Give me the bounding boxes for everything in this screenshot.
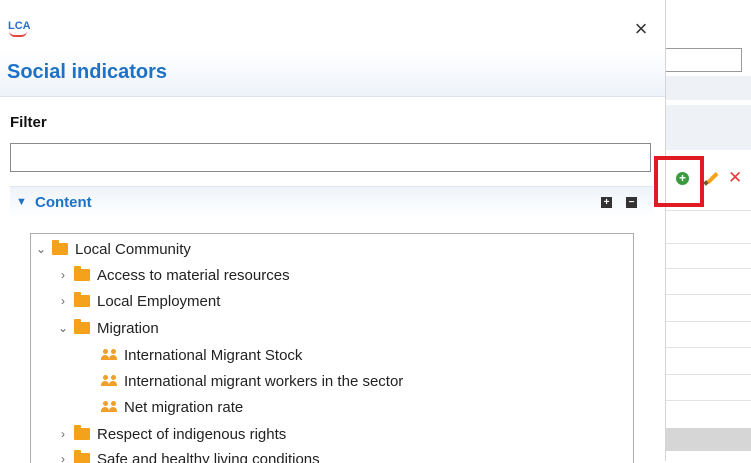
background-row-divider bbox=[666, 347, 751, 348]
logo-swoosh bbox=[9, 31, 27, 37]
folder-icon bbox=[52, 243, 68, 255]
tree-item-label: International Migrant Stock bbox=[124, 347, 302, 364]
expand-all-button[interactable]: + bbox=[601, 197, 612, 208]
content-section-header[interactable]: ▼ Content + − bbox=[10, 186, 653, 219]
collapse-all-button[interactable]: − bbox=[626, 197, 637, 208]
background-row-divider bbox=[666, 210, 751, 211]
people-icon bbox=[101, 375, 118, 387]
background-text-field[interactable] bbox=[666, 48, 742, 72]
tree-item-international-migrant-workers[interactable]: International migrant workers in the sec… bbox=[101, 370, 403, 392]
background-row-divider bbox=[666, 400, 751, 401]
background-band bbox=[666, 76, 751, 100]
tree-item-label: Access to material resources bbox=[97, 267, 290, 284]
section-title: Content bbox=[35, 194, 92, 211]
highlight-annotation-box bbox=[654, 156, 704, 207]
chevron-right-icon[interactable]: › bbox=[56, 427, 70, 441]
people-icon bbox=[101, 349, 118, 361]
chevron-right-icon[interactable]: › bbox=[56, 268, 70, 282]
social-indicators-dialog: LCA × Social indicators Filter ▼ Content… bbox=[0, 0, 666, 461]
background-editor-panel bbox=[666, 10, 751, 461]
close-button[interactable]: × bbox=[632, 20, 650, 38]
folder-icon bbox=[74, 322, 90, 334]
background-row-divider bbox=[666, 321, 751, 322]
tree-item-label: Net migration rate bbox=[124, 399, 243, 416]
background-section-header bbox=[666, 105, 751, 150]
tree-item-respect-of-indigenous-rights[interactable]: › Respect of indigenous rights bbox=[56, 423, 286, 445]
chevron-right-icon[interactable]: › bbox=[56, 294, 70, 308]
chevron-down-icon[interactable]: ⌄ bbox=[56, 321, 70, 335]
tree-item-label: Local Employment bbox=[97, 293, 220, 310]
tree-item-international-migrant-stock[interactable]: International Migrant Stock bbox=[101, 344, 302, 366]
background-row-divider bbox=[666, 374, 751, 375]
chevron-down-icon[interactable]: ⌄ bbox=[34, 242, 48, 256]
lca-logo: LCA bbox=[8, 20, 30, 36]
section-collapse-arrow-icon[interactable]: ▼ bbox=[16, 196, 27, 208]
tree-item-net-migration-rate[interactable]: Net migration rate bbox=[101, 396, 243, 418]
filter-input[interactable] bbox=[10, 143, 651, 172]
people-icon bbox=[101, 401, 118, 413]
tree-item-local-community[interactable]: ⌄ Local Community bbox=[34, 238, 191, 260]
delete-x-icon[interactable]: ✕ bbox=[728, 170, 742, 186]
folder-icon bbox=[74, 295, 90, 307]
background-row-divider bbox=[666, 294, 751, 295]
folder-icon bbox=[74, 453, 90, 463]
tree-item-label: Respect of indigenous rights bbox=[97, 426, 286, 443]
background-selected-row bbox=[666, 428, 751, 451]
pencil-icon[interactable] bbox=[703, 170, 719, 186]
background-row-divider bbox=[666, 243, 751, 244]
folder-icon bbox=[74, 269, 90, 281]
tree-item-migration[interactable]: ⌄ Migration bbox=[56, 317, 159, 339]
chevron-right-icon[interactable]: › bbox=[56, 452, 70, 463]
tree-item-label: Migration bbox=[97, 320, 159, 337]
folder-icon bbox=[74, 428, 90, 440]
tree-item-access-to-material-resources[interactable]: › Access to material resources bbox=[56, 264, 290, 286]
tree-item-label: Local Community bbox=[75, 241, 191, 258]
indicator-tree[interactable]: ⌄ Local Community › Access to material r… bbox=[30, 233, 634, 463]
tree-item-label: International migrant workers in the sec… bbox=[124, 373, 403, 390]
dialog-title: Social indicators bbox=[7, 61, 167, 84]
close-icon: × bbox=[635, 16, 648, 41]
filter-label: Filter bbox=[10, 114, 47, 131]
tree-item-local-employment[interactable]: › Local Employment bbox=[56, 290, 220, 312]
tree-item-label: Safe and healthy living conditions bbox=[97, 451, 320, 463]
background-row-divider bbox=[666, 268, 751, 269]
